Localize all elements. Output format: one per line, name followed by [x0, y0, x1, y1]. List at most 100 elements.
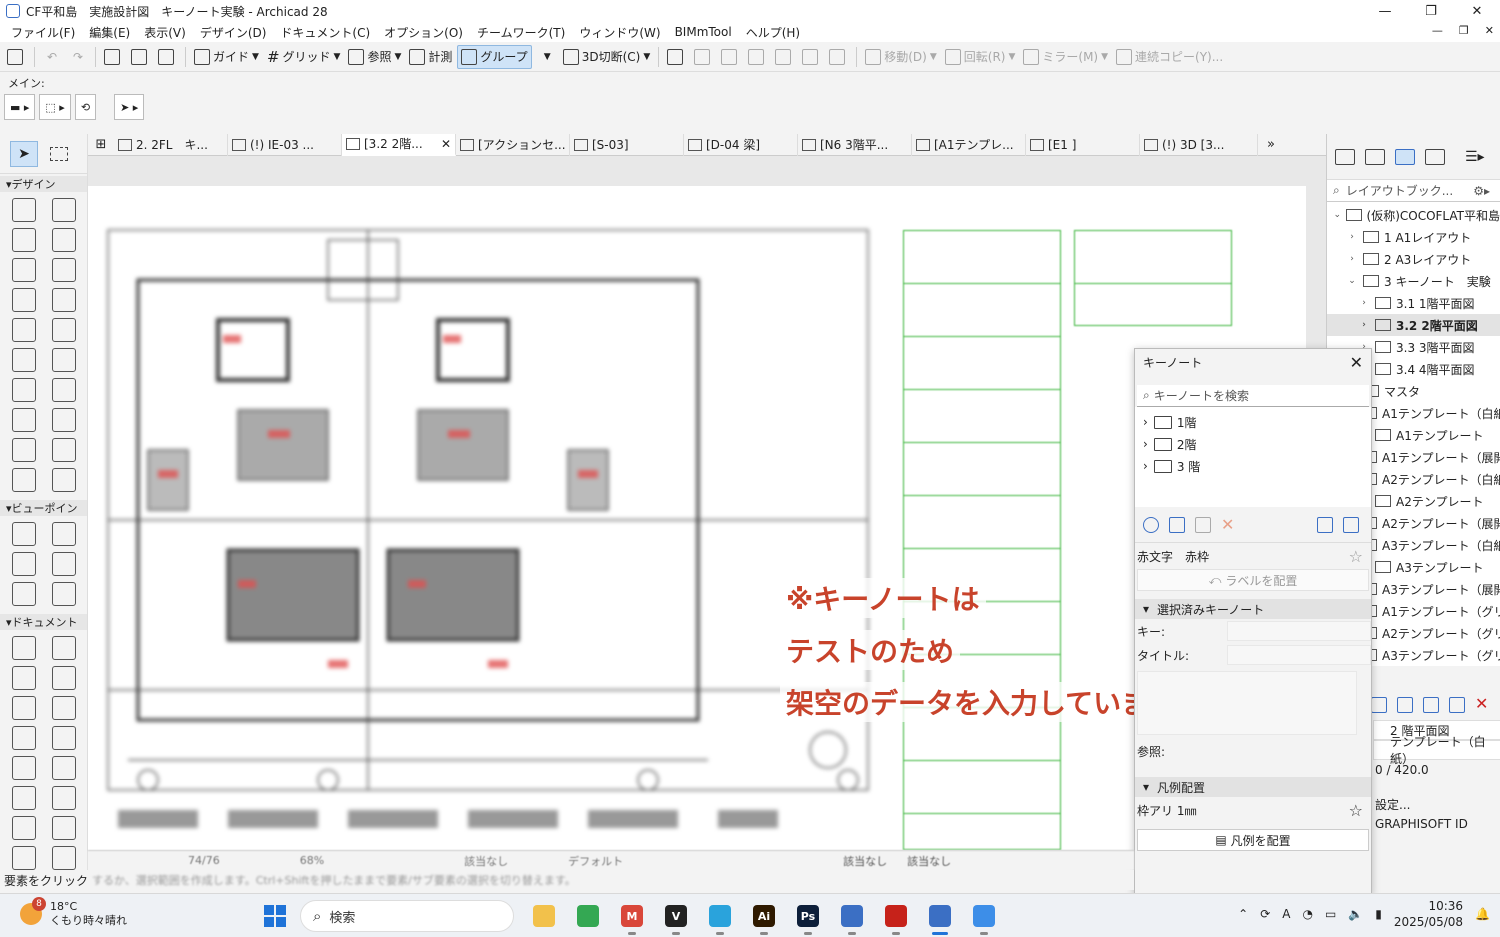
properties-icon[interactable] — [1423, 697, 1439, 713]
menu-file[interactable]: ファイル(F) — [4, 24, 82, 41]
quick-option-na-3[interactable]: 該当なし — [897, 853, 961, 869]
fillet-button[interactable] — [772, 45, 797, 69]
grid-button[interactable]: # グリッド ▼ — [264, 45, 344, 69]
resize-button[interactable] — [799, 45, 824, 69]
duplicate-icon[interactable] — [1195, 516, 1211, 533]
taskbar-app-photoshop[interactable]: Ps — [790, 900, 826, 935]
worksheet-tool[interactable] — [52, 552, 76, 576]
trim-button[interactable] — [664, 45, 689, 69]
group-dropdown[interactable]: ▼ — [534, 45, 558, 69]
guide-button[interactable]: ガイド ▼ — [191, 45, 262, 69]
align-button[interactable] — [718, 45, 743, 69]
lamp-tool[interactable] — [52, 288, 76, 312]
dimension-tool[interactable] — [12, 636, 36, 660]
close-window-button[interactable]: ✕ — [1454, 0, 1500, 22]
mesh-tool[interactable] — [12, 378, 36, 402]
close-icon[interactable]: ✕ — [1350, 353, 1363, 372]
network-icon[interactable]: ▭ — [1325, 907, 1336, 921]
doc-minimize-button[interactable]: — — [1432, 24, 1443, 37]
window-tool[interactable] — [52, 258, 76, 282]
export-icon[interactable] — [1343, 516, 1359, 533]
close-tab-button[interactable]: ✕ — [441, 137, 451, 151]
more-tabs-button[interactable]: » — [1258, 134, 1284, 156]
publisher-icon[interactable] — [1425, 148, 1445, 165]
corner-window-tool[interactable] — [52, 438, 76, 462]
chevron-right-icon[interactable]: › — [1357, 320, 1371, 330]
add-folder-icon[interactable] — [1169, 516, 1185, 533]
marquee-geometry-selector[interactable]: ⬚ ▸ — [39, 94, 71, 120]
ime-icon[interactable]: A — [1282, 907, 1290, 921]
menu-teamwork[interactable]: チームワーク(T) — [470, 24, 572, 41]
import-icon[interactable] — [1317, 516, 1333, 533]
move-button[interactable]: 移動(D) ▼ — [862, 45, 940, 69]
menu-design[interactable]: デザイン(D) — [193, 24, 274, 41]
keynote-search-input[interactable]: ⌕ キーノートを検索 — [1137, 385, 1369, 407]
home-button[interactable] — [4, 45, 29, 69]
adjust-button[interactable] — [691, 45, 716, 69]
object-tool[interactable] — [12, 288, 36, 312]
tab-overview-button[interactable]: ⊞ — [88, 134, 114, 156]
pointer-mode-selector[interactable]: ➤ ▸ — [114, 94, 145, 120]
taskbar-app-file-explorer[interactable] — [526, 900, 562, 932]
marker-tool[interactable] — [12, 726, 36, 750]
layout-book-icon[interactable] — [1395, 148, 1415, 165]
measure-button[interactable]: 計測 — [406, 45, 455, 69]
zoom-level[interactable]: 68% — [290, 854, 334, 867]
add-keynote-icon[interactable] — [1143, 516, 1159, 533]
interior-elevation-tool[interactable] — [12, 582, 36, 606]
polyline-tool[interactable] — [12, 786, 36, 810]
taskbar-app-acrobat[interactable] — [878, 900, 914, 935]
gear-icon[interactable]: ⚙▸ — [1473, 184, 1490, 198]
figure-tool[interactable] — [12, 846, 36, 870]
level-dimension-tool[interactable] — [12, 666, 36, 690]
railing-tool[interactable] — [52, 348, 76, 372]
new-layout-icon[interactable] — [1371, 697, 1387, 713]
navigator-menu-icon[interactable]: ☰▸ — [1465, 149, 1485, 165]
favorites-star-icon[interactable]: ☆ — [1349, 547, 1363, 566]
rotate-button[interactable]: 回転(R) ▼ — [942, 45, 1019, 69]
taskbar-app-gmail[interactable]: M — [614, 900, 650, 935]
weather-widget[interactable]: 8 18°C くもり時々晴れ — [20, 897, 127, 928]
arrow-tool[interactable]: ➤ — [10, 140, 38, 167]
tab-view-7[interactable]: [N6 3階平... — [798, 133, 912, 156]
text-tool[interactable] — [12, 696, 36, 720]
layout-tree-item[interactable]: › 3.2 2階平面図 — [1327, 314, 1500, 336]
section-tool[interactable] — [12, 522, 36, 546]
selected-keynote-section[interactable]: ▾ 選択済みキーノート — [1135, 599, 1371, 619]
multiply-button[interactable]: 連続コピー(Y)... — [1113, 45, 1226, 69]
tab-view-5[interactable]: [S-03] — [570, 133, 684, 156]
battery-icon[interactable]: ▮ — [1375, 907, 1382, 921]
pick-up-button[interactable] — [128, 45, 153, 69]
taskbar-search[interactable]: ⌕ 検索 — [300, 900, 514, 932]
title-field[interactable] — [1227, 645, 1371, 665]
menu-help[interactable]: ヘルプ(H) — [739, 24, 807, 41]
chevron-right-icon[interactable]: › — [1345, 254, 1359, 264]
shell-tool[interactable] — [12, 438, 36, 462]
taskbar-app-vectorworks[interactable]: V — [658, 900, 694, 935]
morph-tool[interactable] — [12, 408, 36, 432]
fill-tool[interactable] — [12, 816, 36, 840]
radial-dimension-tool[interactable] — [52, 636, 76, 660]
wall-tool[interactable] — [12, 198, 36, 222]
taskbar-app-archicad-2[interactable] — [922, 900, 958, 935]
menu-options[interactable]: オプション(O) — [377, 24, 470, 41]
layout-tree-item[interactable]: › 2 A3レイアウト — [1327, 248, 1500, 270]
label-tool[interactable] — [52, 696, 76, 720]
taskbar-app-archicad[interactable] — [834, 900, 870, 935]
chevron-down-icon[interactable]: ⌄ — [1345, 276, 1359, 286]
layout-tree-item[interactable]: ⌄ 3 キーノート 実験 — [1327, 270, 1500, 292]
mirror-button[interactable]: ミラー(M) ▼ — [1020, 45, 1111, 69]
keynote-folder-3[interactable]: › 3 階 — [1135, 455, 1371, 477]
master-layout-field[interactable]: テンプレート（白紙） — [1373, 735, 1500, 766]
project-map-icon[interactable] — [1335, 148, 1355, 165]
marquee-tool[interactable] — [50, 146, 68, 161]
camera-tool[interactable] — [52, 582, 76, 606]
notification-bell-icon[interactable]: 🔔 — [1475, 907, 1490, 921]
redo-button[interactable]: ↷ — [66, 45, 90, 69]
chevron-up-icon[interactable]: ⌃ — [1238, 907, 1248, 921]
roof-tool[interactable] — [52, 318, 76, 342]
quick-option-na-2[interactable]: 該当なし — [833, 853, 897, 869]
tab-view-3[interactable]: [3.2 2階... ✕ — [342, 133, 456, 156]
taskbar-app-notepad[interactable] — [966, 900, 1002, 935]
tab-view-2[interactable]: (!) IE-03 ... — [228, 133, 342, 156]
